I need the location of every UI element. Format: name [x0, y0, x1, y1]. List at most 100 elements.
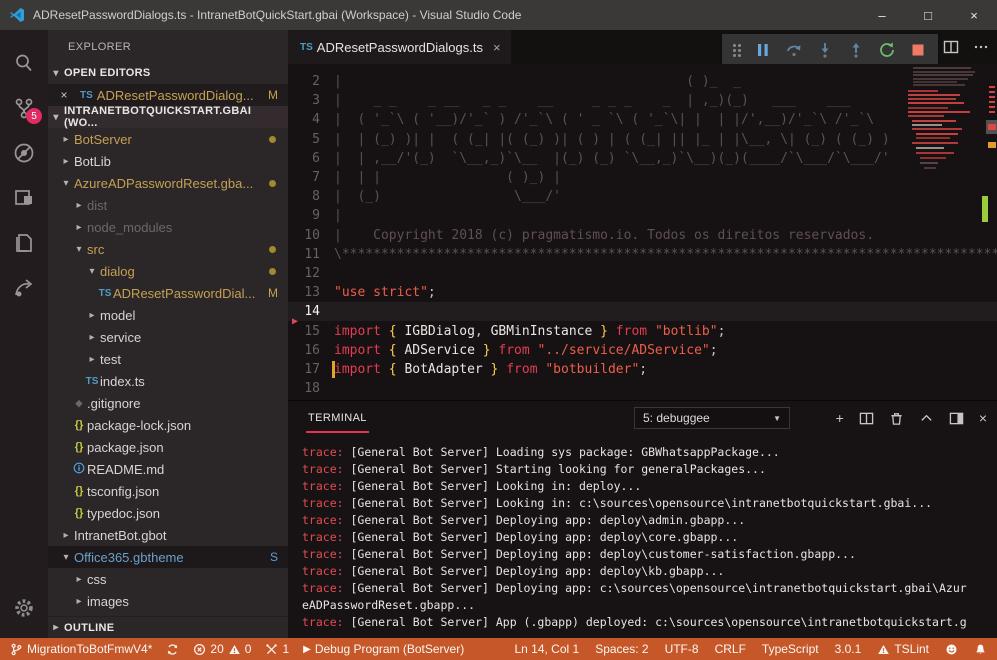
- tree-folder-images[interactable]: ▸images: [48, 590, 288, 612]
- debug-icon[interactable]: [0, 130, 48, 175]
- new-terminal-icon[interactable]: +: [836, 411, 844, 426]
- tab-close-icon[interactable]: ×: [493, 40, 501, 55]
- split-terminal-icon[interactable]: [859, 411, 874, 426]
- close-panel-icon[interactable]: ×: [979, 411, 987, 426]
- typescript-file-icon: TS: [80, 90, 93, 101]
- chevron-right-icon: ▸: [58, 530, 74, 541]
- language-mode[interactable]: TypeScript: [762, 642, 819, 656]
- pause-button[interactable]: [754, 41, 772, 59]
- tree-folder-dist[interactable]: ▸dist: [48, 194, 288, 216]
- stop-button[interactable]: [909, 41, 927, 59]
- sync-button[interactable]: [166, 643, 179, 656]
- line-number[interactable]: 5: [288, 132, 334, 147]
- tree-file-package-json[interactable]: {}package.json: [48, 436, 288, 458]
- tree-folder-service[interactable]: ▸service: [48, 326, 288, 348]
- tree-file-readme-md[interactable]: README.md: [48, 458, 288, 480]
- line-number[interactable]: 2: [288, 74, 334, 89]
- modified-dot: [269, 246, 276, 253]
- line-number[interactable]: 3: [288, 93, 334, 108]
- line-number[interactable]: 10: [288, 228, 334, 243]
- tree-folder-intranetbot-gbot[interactable]: ▸IntranetBot.gbot: [48, 524, 288, 546]
- tab-terminal[interactable]: TERMINAL: [306, 403, 369, 433]
- toggle-panel-icon[interactable]: [949, 411, 964, 426]
- line-number[interactable]: 18: [288, 381, 334, 396]
- source-control-icon[interactable]: 5: [0, 85, 48, 130]
- tree-file-tsconfig-json[interactable]: {}tsconfig.json: [48, 480, 288, 502]
- notifications-bell-icon[interactable]: [974, 643, 987, 656]
- gear-icon[interactable]: [0, 590, 48, 626]
- minimap-mark: [913, 74, 973, 76]
- more-actions-icon[interactable]: [973, 39, 989, 55]
- code-line-15: 15▶import { IGBDialog, GBMinInstance } f…: [288, 321, 997, 340]
- extensions-icon[interactable]: [0, 175, 48, 220]
- tree-folder-src[interactable]: ▾src: [48, 238, 288, 260]
- close-button[interactable]: ×: [951, 0, 997, 30]
- step-over-button[interactable]: [785, 41, 803, 59]
- chevron-right-icon: ▸: [71, 222, 87, 233]
- close-icon[interactable]: ×: [56, 88, 72, 102]
- tree-folder-node-modules[interactable]: ▸node_modules: [48, 216, 288, 238]
- modified-dot: [269, 268, 276, 275]
- debug-status[interactable]: ▶ Debug Program (BotServer): [303, 642, 464, 656]
- tree-file-index-ts[interactable]: TSindex.ts: [48, 370, 288, 392]
- line-number[interactable]: 4: [288, 112, 334, 127]
- line-number[interactable]: 6: [288, 151, 334, 166]
- open-editors-header[interactable]: ▾ OPEN EDITORS: [48, 62, 288, 84]
- terminal-line: trace: [General Bot Server] Loading sys …: [302, 445, 997, 462]
- outline-header[interactable]: ▸ OUTLINE: [48, 616, 288, 638]
- maximize-panel-icon[interactable]: [919, 411, 934, 426]
- tree-folder-css[interactable]: ▸css: [48, 568, 288, 590]
- line-number[interactable]: 8: [288, 189, 334, 204]
- tree-folder-test[interactable]: ▸test: [48, 348, 288, 370]
- cursor-position[interactable]: Ln 14, Col 1: [514, 642, 579, 656]
- chevron-down-icon: ▾: [84, 266, 100, 277]
- line-number[interactable]: 16: [288, 343, 334, 358]
- step-out-button[interactable]: [847, 41, 865, 59]
- line-number[interactable]: 12: [288, 266, 334, 281]
- docs-icon[interactable]: [0, 220, 48, 265]
- kill-terminal-icon[interactable]: [889, 411, 904, 426]
- line-number[interactable]: 7: [288, 170, 334, 185]
- tree-folder-azureadpasswordreset-gba-[interactable]: ▾AzureADPasswordReset.gba...: [48, 172, 288, 194]
- eol-sequence[interactable]: CRLF: [715, 642, 746, 656]
- feedback-smiley-icon[interactable]: [945, 643, 958, 656]
- minimize-button[interactable]: –: [859, 0, 905, 30]
- step-into-button[interactable]: [816, 41, 834, 59]
- search-icon[interactable]: [0, 40, 48, 85]
- tree-file--gitignore[interactable]: ◆.gitignore: [48, 392, 288, 414]
- typescript-version[interactable]: 3.0.1: [835, 642, 862, 656]
- debug-marker-icon[interactable]: ▶: [292, 316, 298, 327]
- tslint-status[interactable]: TSLint: [877, 642, 929, 656]
- line-number[interactable]: 9: [288, 208, 334, 223]
- indentation[interactable]: Spaces: 2: [595, 642, 648, 656]
- share-icon[interactable]: [0, 265, 48, 310]
- problems-indicator[interactable]: 20 0: [193, 642, 251, 656]
- encoding[interactable]: UTF-8: [665, 642, 699, 656]
- tree-folder-botserver[interactable]: ▸BotServer: [48, 128, 288, 150]
- drag-handle[interactable]: [733, 44, 741, 57]
- tree-folder-model[interactable]: ▸model: [48, 304, 288, 326]
- tools-indicator[interactable]: 1: [265, 642, 289, 656]
- terminal-select[interactable]: 5: debuggee ▼: [634, 407, 790, 429]
- minimap[interactable]: [905, 64, 997, 400]
- tab-adresetpassworddialogs[interactable]: TS ADResetPasswordDialogs.ts ×: [288, 30, 511, 64]
- terminal-output[interactable]: trace: [General Bot Server] Loading sys …: [288, 435, 997, 638]
- tree-folder-dialog[interactable]: ▾dialog: [48, 260, 288, 282]
- json-file-icon: {}: [71, 485, 87, 497]
- code-editor[interactable]: 2| ( )_ _3| _ _ _ __ _ _ __ _ _ _ _ | ,_…: [288, 64, 997, 400]
- tree-file-typedoc-json[interactable]: {}typedoc.json: [48, 502, 288, 524]
- split-editor-icon[interactable]: [943, 39, 959, 55]
- tree-file-package-lock-json[interactable]: {}package-lock.json: [48, 414, 288, 436]
- tree-folder-botlib[interactable]: ▸BotLib: [48, 150, 288, 172]
- open-editor-item[interactable]: ×TSADResetPasswordDialog...M: [48, 84, 288, 106]
- line-number[interactable]: 11: [288, 247, 334, 262]
- tree-folder-office365-gbtheme[interactable]: ▾Office365.gbthemeS: [48, 546, 288, 568]
- line-number[interactable]: 13: [288, 285, 334, 300]
- minimap-mark: [989, 106, 995, 108]
- tree-file-adresetpassworddial-[interactable]: TSADResetPasswordDial...M: [48, 282, 288, 304]
- workspace-header[interactable]: ▾ INTRANETBOTQUICKSTART.GBAI (WO...: [48, 106, 288, 128]
- line-number[interactable]: 17: [288, 362, 334, 377]
- git-branch-indicator[interactable]: MigrationToBotFmwV4*: [10, 642, 152, 656]
- restart-button[interactable]: [878, 41, 896, 59]
- maximize-button[interactable]: □: [905, 0, 951, 30]
